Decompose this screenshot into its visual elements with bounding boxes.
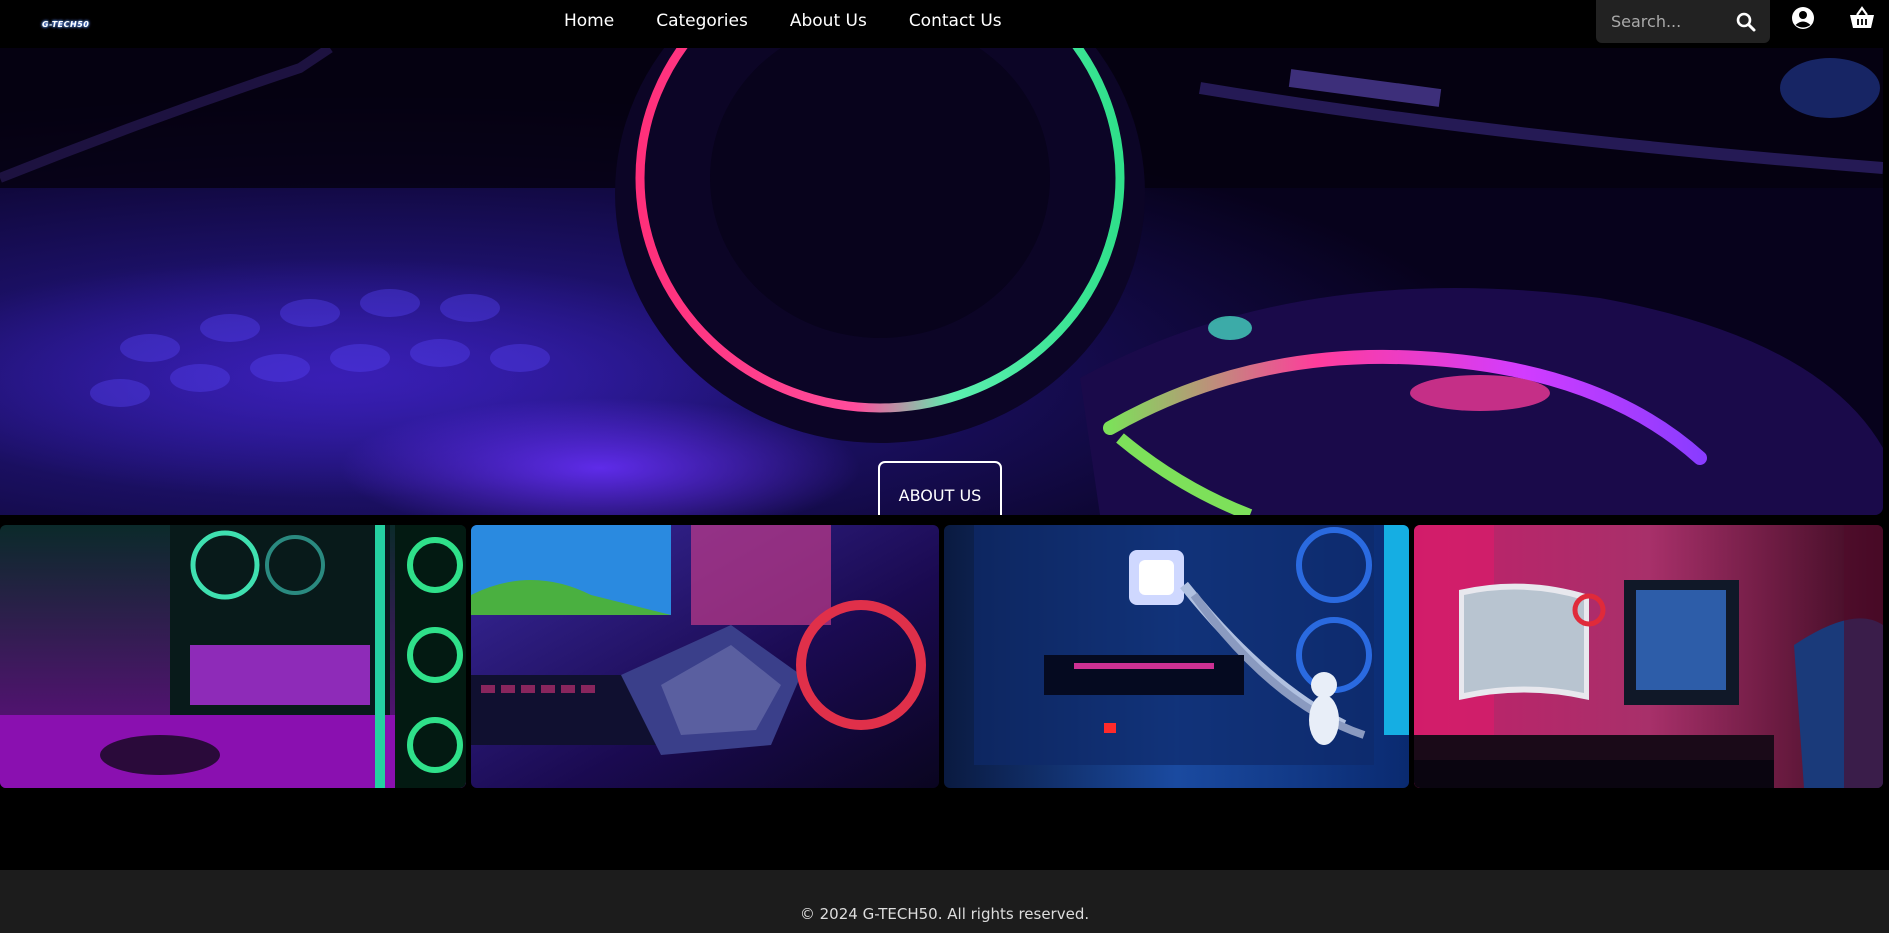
shopping-basket-icon[interactable] (1849, 5, 1875, 31)
gallery-image-3[interactable] (944, 525, 1409, 788)
gallery-image-3-art (944, 525, 1409, 788)
gallery-image-4[interactable] (1414, 525, 1883, 788)
brand-logo[interactable]: G-TECH50 (42, 20, 89, 29)
hero-banner: ABOUT US (0, 48, 1883, 515)
nav-home-link[interactable]: Home (564, 10, 614, 32)
nav-contact-link[interactable]: Contact Us (909, 10, 1002, 32)
search-icon[interactable] (1734, 10, 1758, 34)
search-input[interactable] (1596, 0, 1726, 43)
gallery-image-1-art (0, 525, 466, 788)
gallery-image-4-art (1414, 525, 1883, 788)
copyright-text: © 2024 G-TECH50. All rights reserved. (799, 905, 1090, 923)
gallery-image-1[interactable] (0, 525, 466, 788)
nav-about-link[interactable]: About Us (790, 10, 867, 32)
main-nav: Home Categories About Us Contact Us (564, 10, 1044, 32)
gallery-image-2[interactable] (471, 525, 939, 788)
product-gallery (0, 525, 1889, 788)
user-circle-icon[interactable] (1790, 5, 1816, 31)
nav-categories-link[interactable]: Categories (656, 10, 748, 32)
gallery-image-2-art (471, 525, 939, 788)
about-us-button[interactable]: ABOUT US (878, 461, 1002, 515)
hero-image (0, 48, 1883, 515)
site-header: G-TECH50 Home Categories About Us Contac… (0, 0, 1889, 48)
search-box (1596, 0, 1770, 43)
site-footer: © 2024 G-TECH50. All rights reserved. (0, 870, 1889, 933)
